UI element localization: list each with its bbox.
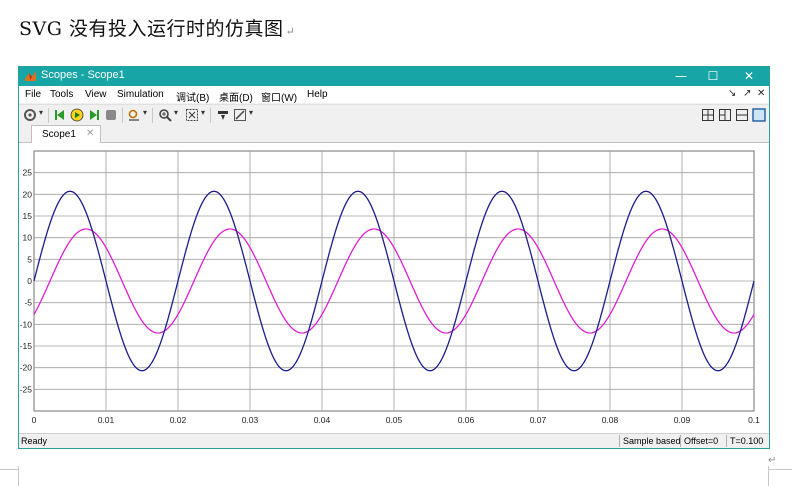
y-tick-label: -25 <box>20 384 33 394</box>
layout-single-icon[interactable] <box>752 108 766 122</box>
y-tick-label: 5 <box>27 254 32 264</box>
close-figure-button[interactable]: ✕ <box>757 88 765 99</box>
menu-simulation[interactable]: Simulation <box>117 89 164 100</box>
title-bar[interactable]: Scopes - Scope1 — ☐ ✕ <box>19 67 769 86</box>
heading-text: SVG 没有投入运行时的仿真图 <box>19 18 284 40</box>
tab-close-icon[interactable]: ✕ <box>86 128 94 139</box>
tab-strip: Scope1 ✕ <box>19 125 769 143</box>
x-tick-label: 0.01 <box>98 415 115 425</box>
zoom-icon[interactable] <box>158 108 172 122</box>
close-button[interactable]: ✕ <box>732 67 766 86</box>
x-tick-label: 0.07 <box>530 415 547 425</box>
y-tick-label: -5 <box>24 298 32 308</box>
fit-icon[interactable] <box>185 108 199 122</box>
menu-desktop[interactable]: 桌面(D) <box>219 89 253 104</box>
document-heading: SVG 没有投入运行时的仿真图 ↵ <box>19 14 295 41</box>
layout-rows-icon[interactable] <box>735 108 749 122</box>
y-tick-label: -15 <box>20 341 33 351</box>
x-tick-label: 0.02 <box>170 415 187 425</box>
menu-tools[interactable]: Tools <box>50 89 73 100</box>
page-margin-line <box>0 469 18 470</box>
stop-icon[interactable] <box>104 108 118 122</box>
toolbar: ▾ ▾ ▾ ▾ ▾ <box>19 104 769 126</box>
style-icon[interactable] <box>233 108 247 122</box>
status-offset: Offset=0 <box>680 435 718 447</box>
scope-window: Scopes - Scope1 — ☐ ✕ File Tools View Si… <box>18 66 770 449</box>
status-bar: Ready Sample based Offset=0 T=0.100 <box>19 433 769 448</box>
x-tick-label: 0.06 <box>458 415 475 425</box>
window-title: Scopes - Scope1 <box>41 69 125 81</box>
y-tick-label: -20 <box>20 363 33 373</box>
toolbar-divider <box>48 108 49 123</box>
run-icon[interactable] <box>70 108 84 122</box>
x-tick-label: 0.03 <box>242 415 259 425</box>
scope-plot[interactable]: 0 0.01 0.02 0.03 0.04 0.05 0.06 0.07 0.08 0.09 0.1… <box>19 143 769 433</box>
y-tick-label: 15 <box>23 211 33 221</box>
y-tick-label: 0 <box>27 276 32 286</box>
status-mode: Sample based <box>619 435 681 447</box>
x-tick-label: 0.08 <box>602 415 619 425</box>
highlight-icon[interactable] <box>127 108 141 122</box>
y-tick-label: -10 <box>20 319 33 329</box>
y-tick-label: 20 <box>23 189 33 199</box>
y-tick-label: 25 <box>23 168 33 178</box>
style-dropdown-icon[interactable]: ▾ <box>249 108 253 117</box>
menu-help[interactable]: Help <box>307 89 328 100</box>
layout-cols-icon[interactable] <box>718 108 732 122</box>
gear-icon[interactable] <box>23 108 37 122</box>
x-tick-label: 0.1 <box>748 415 760 425</box>
menu-file[interactable]: File <box>25 89 41 100</box>
status-time: T=0.100 <box>726 435 763 447</box>
maximize-button[interactable]: ☐ <box>696 67 730 86</box>
undock-button[interactable]: ↘ <box>728 88 736 99</box>
fit-dropdown-icon[interactable]: ▾ <box>201 108 205 117</box>
highlight-dropdown-icon[interactable]: ▾ <box>143 108 147 117</box>
status-ready: Ready <box>21 436 48 446</box>
tab-scope1[interactable]: Scope1 ✕ <box>31 125 101 143</box>
plot-area: 0 0.01 0.02 0.03 0.04 0.05 0.06 0.07 0.08 0.09 0.1… <box>19 143 769 433</box>
menu-debug[interactable]: 调试(B) <box>176 89 209 104</box>
toolbar-divider <box>210 108 211 123</box>
minimize-button[interactable]: — <box>664 67 698 86</box>
menu-view[interactable]: View <box>85 89 107 100</box>
step-back-icon[interactable] <box>53 108 67 122</box>
page-margin-line <box>18 466 19 486</box>
menu-bar: File Tools View Simulation 调试(B) 桌面(D) 窗… <box>19 86 769 104</box>
toolbar-divider <box>122 108 123 123</box>
menu-window[interactable]: 窗口(W) <box>261 89 297 104</box>
toolbar-divider <box>152 108 153 123</box>
x-tick-label: 0 <box>32 415 37 425</box>
x-tick-label: 0.04 <box>314 415 331 425</box>
tab-label: Scope1 <box>42 129 76 140</box>
step-forward-icon[interactable] <box>87 108 101 122</box>
page-margin-line <box>769 469 792 470</box>
paragraph-mark: ↵ <box>768 455 777 466</box>
x-tick-label: 0.05 <box>386 415 403 425</box>
x-tick-label: 0.09 <box>674 415 691 425</box>
cursor-icon[interactable] <box>216 108 230 122</box>
layout-grid-icon[interactable] <box>701 108 715 122</box>
zoom-dropdown-icon[interactable]: ▾ <box>174 108 178 117</box>
dock-button[interactable]: ↗ <box>743 88 751 99</box>
paragraph-mark: ↵ <box>285 25 296 38</box>
matlab-icon <box>25 71 36 81</box>
y-tick-label: 10 <box>23 233 33 243</box>
gear-dropdown-icon[interactable]: ▾ <box>39 108 43 117</box>
